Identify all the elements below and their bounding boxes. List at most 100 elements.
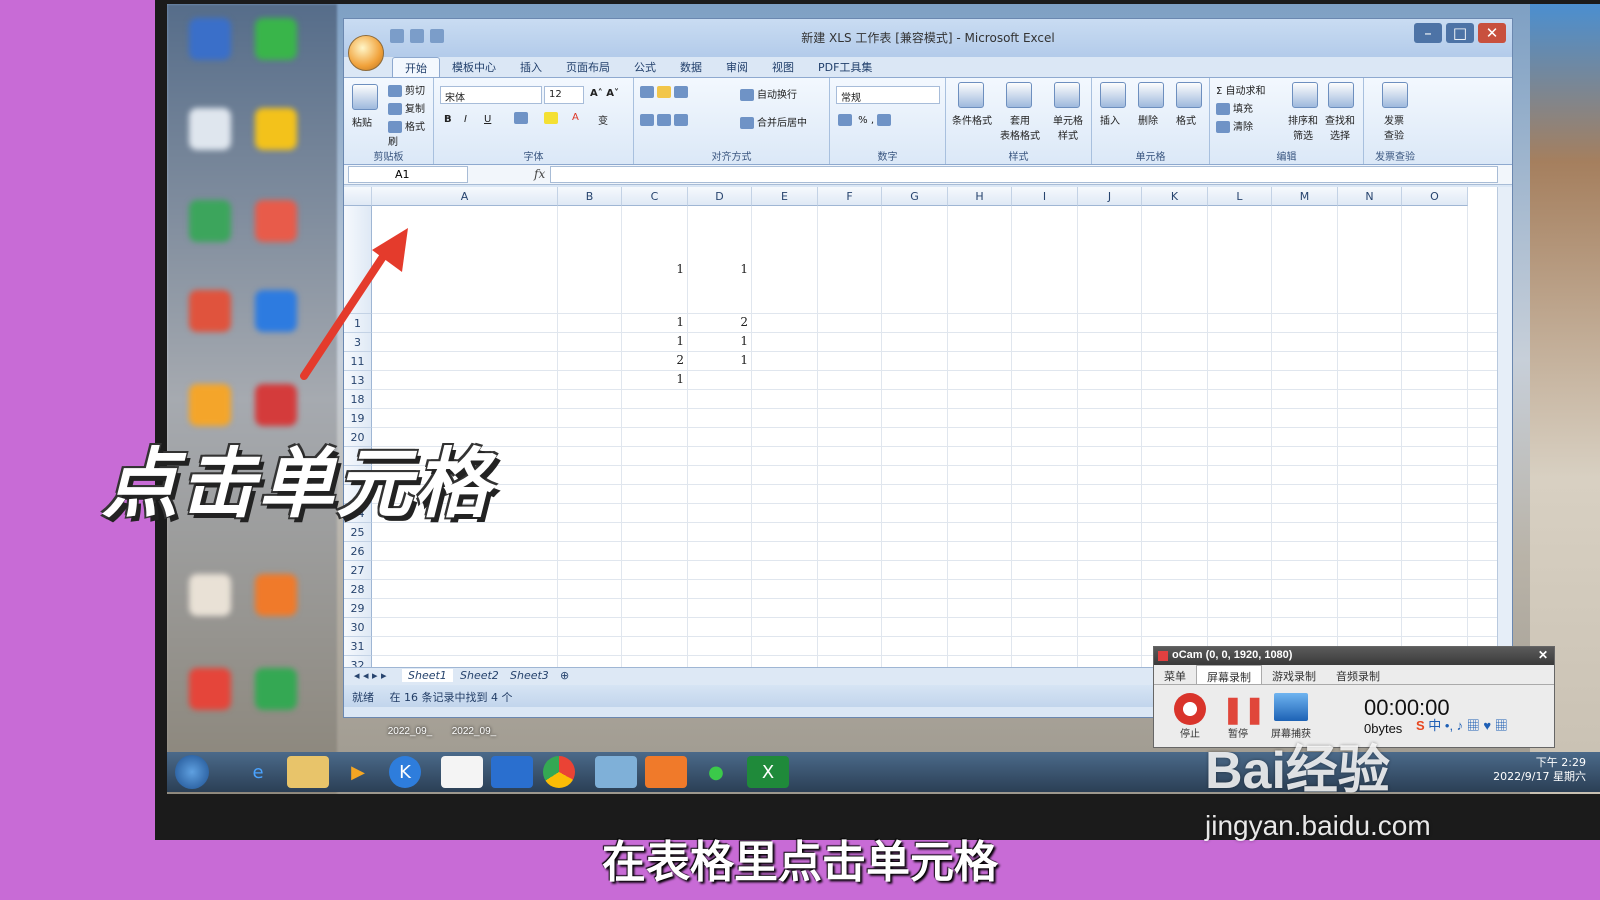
column-header-a[interactable]: A — [372, 187, 558, 206]
column-header-m[interactable]: M — [1272, 187, 1338, 206]
sort-filter-button[interactable]: 排序和 筛选 — [1284, 112, 1322, 142]
tab-templates[interactable]: 模板中心 — [440, 57, 508, 77]
font-color-button[interactable]: A — [572, 112, 579, 123]
wrap-text-button[interactable]: 自动换行 — [740, 86, 797, 101]
cell-d-value[interactable]: 1 — [688, 262, 748, 276]
number-format-select[interactable]: 常规 — [836, 86, 940, 104]
horizontal-align-buttons[interactable] — [640, 114, 691, 126]
tab-insert[interactable]: 插入 — [508, 57, 554, 77]
ocam-tab-game[interactable]: 游戏录制 — [1262, 665, 1326, 684]
insert-sheet-icon[interactable]: ⊕ — [554, 669, 575, 682]
column-header-b[interactable]: B — [558, 187, 622, 206]
minimize-button[interactable]: – — [1414, 23, 1442, 43]
excel-taskbar-icon[interactable]: X — [747, 756, 789, 788]
row-header[interactable]: 26 — [344, 542, 372, 561]
ocam-close-icon[interactable]: ✕ — [1538, 648, 1548, 662]
format-cells-button[interactable]: 格式 — [1176, 112, 1196, 127]
cell-c-value[interactable]: 1 — [622, 315, 684, 329]
column-header-i[interactable]: I — [1012, 187, 1078, 206]
merge-center-button[interactable]: 合并后居中 — [740, 114, 807, 129]
sheet-tab-2[interactable]: Sheet2 — [454, 669, 505, 682]
recorder-icon[interactable] — [645, 756, 687, 788]
cut-button[interactable]: 剪切 — [388, 82, 425, 97]
desktop-icon[interactable] — [189, 290, 231, 332]
column-header-n[interactable]: N — [1338, 187, 1402, 206]
desktop-icon[interactable] — [189, 18, 231, 60]
office-button[interactable] — [348, 35, 384, 71]
font-size-select[interactable]: 12 — [544, 86, 584, 104]
k-app-icon[interactable]: K — [389, 756, 421, 788]
desktop-icon[interactable] — [255, 108, 297, 150]
find-select-button[interactable]: 查找和 选择 — [1320, 112, 1360, 142]
tab-data[interactable]: 数据 — [668, 57, 714, 77]
tab-review[interactable]: 审阅 — [714, 57, 760, 77]
column-header-k[interactable]: K — [1142, 187, 1208, 206]
ie-icon[interactable]: e — [237, 756, 279, 788]
desktop-icon[interactable] — [255, 574, 297, 616]
desktop-icon[interactable] — [255, 18, 297, 60]
column-header-j[interactable]: J — [1078, 187, 1142, 206]
app-icon[interactable] — [595, 756, 637, 788]
tab-home[interactable]: 开始 — [392, 57, 440, 77]
folder-icon[interactable] — [287, 756, 329, 788]
fill-color-button[interactable] — [544, 112, 561, 124]
name-box[interactable]: A1 — [348, 166, 468, 183]
row-header[interactable]: 18 — [344, 390, 372, 409]
top-align-button[interactable] — [640, 86, 691, 98]
desktop-icon[interactable] — [189, 200, 231, 242]
row-header[interactable]: 32 — [344, 656, 372, 667]
sheet-tab-3[interactable]: Sheet3 — [504, 669, 555, 682]
tab-view[interactable]: 视图 — [760, 57, 806, 77]
border-button[interactable] — [514, 112, 531, 124]
row-header[interactable]: 28 — [344, 580, 372, 599]
desktop-icon[interactable] — [189, 384, 231, 426]
phonetic-button[interactable]: 变 — [598, 112, 608, 127]
cell-d-value[interactable]: 1 — [688, 353, 748, 367]
row-header[interactable]: 30 — [344, 618, 372, 637]
document-icon[interactable] — [441, 756, 483, 788]
ocam-tab-audio[interactable]: 音频录制 — [1326, 665, 1390, 684]
copy-button[interactable]: 复制 — [388, 100, 425, 115]
font-name-select[interactable]: 宋体 — [440, 86, 542, 104]
ime-toolbar[interactable]: S 中 •, ♪ ▦ ♥ ▦ — [1416, 715, 1508, 734]
cell-c-value[interactable]: 1 — [622, 372, 684, 386]
paste-button[interactable]: 粘贴 — [352, 114, 372, 129]
worksheet-grid[interactable]: A B C D E F G H I J K L M N O 1 3 11 13 18 19 20 24 25 26 27 28 29 3… — [344, 187, 1499, 667]
maximize-button[interactable]: □ — [1446, 23, 1474, 43]
column-header-g[interactable]: G — [882, 187, 948, 206]
column-header-c[interactable]: C — [622, 187, 688, 206]
tab-pdf-tools[interactable]: PDF工具集 — [806, 57, 884, 77]
row-header[interactable]: 27 — [344, 561, 372, 580]
conditional-format-button[interactable]: 条件格式 — [948, 112, 996, 127]
ocam-tab-menu[interactable]: 菜单 — [1154, 665, 1196, 684]
cell-styles-button[interactable]: 单元格 样式 — [1044, 112, 1092, 142]
column-header-d[interactable]: D — [688, 187, 752, 206]
tab-page-layout[interactable]: 页面布局 — [554, 57, 622, 77]
vertical-scrollbar[interactable] — [1497, 187, 1512, 667]
bird-app-icon[interactable] — [491, 756, 533, 788]
clock[interactable]: 下午 2:29 2022/9/17 星期六 — [1493, 756, 1586, 784]
row-header[interactable]: 29 — [344, 599, 372, 618]
desktop-icon[interactable] — [189, 108, 231, 150]
number-format-buttons[interactable]: % , — [838, 114, 894, 126]
column-header-l[interactable]: L — [1208, 187, 1272, 206]
grow-font-button[interactable]: A˄ A˅ — [590, 88, 619, 99]
underline-button[interactable]: U — [484, 114, 491, 125]
column-header-h[interactable]: H — [948, 187, 1012, 206]
bold-button[interactable]: B — [444, 114, 452, 125]
wechat-icon[interactable]: ● — [695, 756, 737, 788]
media-player-icon[interactable]: ▶ — [337, 756, 379, 788]
cell-d-value[interactable]: 2 — [688, 315, 748, 329]
format-as-table-button[interactable]: 套用 表格格式 — [996, 112, 1044, 142]
sheet-nav-arrows[interactable]: ◂ ◂ ▸ ▸ — [348, 669, 393, 682]
italic-button[interactable]: I — [464, 114, 467, 125]
ocam-tab-screen[interactable]: 屏幕录制 — [1196, 665, 1262, 684]
column-header-f[interactable]: F — [818, 187, 882, 206]
cell-c-value[interactable]: 1 — [622, 262, 684, 276]
function-icon[interactable]: fx — [534, 167, 545, 181]
formula-input[interactable] — [550, 166, 1498, 183]
delete-cells-button[interactable]: 删除 — [1138, 112, 1158, 127]
column-header-o[interactable]: O — [1402, 187, 1468, 206]
desktop-icon[interactable] — [189, 668, 231, 710]
desktop-icon[interactable] — [189, 574, 231, 616]
